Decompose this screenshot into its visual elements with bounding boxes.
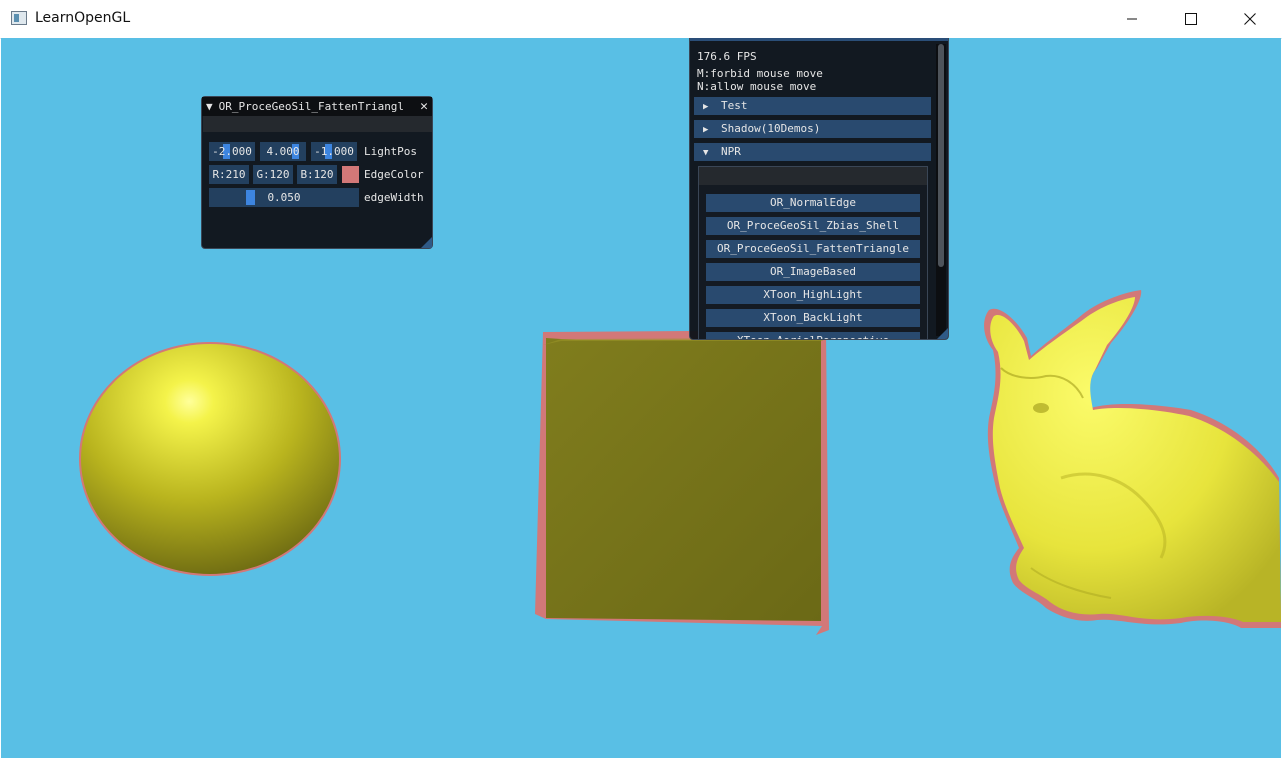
collapse-arrow-icon[interactable]: ▼ — [206, 100, 213, 113]
sphere-model — [79, 342, 341, 576]
opengl-app-icon — [11, 11, 27, 25]
edgecolor-b-drag[interactable]: B:120 — [297, 165, 337, 184]
btn-or-procegeosil-fattentriangle[interactable]: OR_ProceGeoSil_FattenTriangle — [706, 240, 920, 258]
lightpos-z-drag[interactable]: -1.000 — [311, 142, 357, 161]
lightpos-y-value: 4.000 — [266, 145, 300, 158]
stanford-bunny-model — [984, 290, 1281, 628]
scrollbar-thumb[interactable] — [938, 44, 944, 267]
window-titlebar[interactable]: LearnOpenGL — [0, 0, 1282, 39]
lightpos-x-value: -2.000 — [212, 145, 252, 158]
panel-titlebar[interactable]: ▼ OR_ProceGeoSil_FattenTriangl ✕ — [202, 97, 432, 116]
section-npr-label: NPR — [721, 145, 741, 158]
scene-canvas — [79, 290, 1281, 635]
window-title: LearnOpenGL — [35, 10, 131, 26]
btn-or-normaledge[interactable]: OR_NormalEdge — [706, 194, 920, 212]
lightpos-z-value: -1.000 — [314, 145, 354, 158]
lightpos-y-drag[interactable]: 4.000 — [260, 142, 306, 161]
hint-allow-mouse: N:allow mouse move — [697, 80, 817, 93]
lightpos-label: LightPos — [364, 145, 417, 158]
btn-xtoon-highlight[interactable]: XToon_HighLight — [706, 286, 920, 304]
edgewidth-value: 0.050 — [267, 191, 301, 204]
slider-grab[interactable] — [246, 190, 255, 205]
edgewidth-label: edgeWidth — [364, 191, 424, 204]
minimize-button[interactable] — [1103, 0, 1161, 38]
npr-parameters-panel[interactable]: ▼ OR_ProceGeoSil_FattenTriangl ✕ -2.000 … — [201, 96, 433, 249]
edgecolor-swatch[interactable] — [342, 166, 359, 183]
npr-list-strip — [699, 167, 927, 185]
section-shadow-header[interactable]: ▶ Shadow(10Demos) — [694, 120, 931, 138]
btn-xtoon-backlight[interactable]: XToon_BackLight — [706, 309, 920, 327]
edgecolor-g-drag[interactable]: G:120 — [253, 165, 293, 184]
section-npr-header[interactable]: ▼ NPR — [694, 143, 931, 161]
panel-menu-strip — [203, 116, 432, 132]
section-shadow-label: Shadow(10Demos) — [721, 122, 821, 135]
maximize-icon — [1185, 13, 1197, 25]
resize-grip[interactable] — [421, 237, 432, 248]
panel-titlebar-edge[interactable] — [690, 38, 948, 41]
panel-scrollbar[interactable] — [936, 44, 946, 336]
btn-or-imagebased[interactable]: OR_ImageBased — [706, 263, 920, 281]
section-test-header[interactable]: ▶ Test — [694, 97, 931, 115]
collapse-arrow-icon: ▼ — [703, 148, 709, 158]
expand-arrow-icon: ▶ — [703, 102, 709, 112]
resize-grip[interactable] — [937, 328, 948, 339]
close-button[interactable] — [1221, 0, 1279, 38]
btn-or-procegeosil-zbias-shell[interactable]: OR_ProceGeoSil_Zbias_Shell — [706, 217, 920, 235]
edgecolor-r-drag[interactable]: R:210 — [209, 165, 249, 184]
fps-readout: 176.6 FPS — [697, 50, 757, 63]
hint-forbid-mouse: M:forbid mouse move — [697, 67, 823, 80]
npr-demo-list[interactable]: OR_NormalEdge OR_ProceGeoSil_Zbias_Shell… — [698, 166, 928, 339]
close-icon — [1244, 13, 1256, 25]
minimize-icon — [1127, 18, 1137, 20]
section-test-label: Test — [721, 99, 748, 112]
edgecolor-label: EdgeColor — [364, 168, 424, 181]
panel-title: OR_ProceGeoSil_FattenTriangl — [218, 100, 405, 113]
opengl-viewport[interactable]: ▼ OR_ProceGeoSil_FattenTriangl ✕ -2.000 … — [1, 38, 1281, 758]
main-debug-panel[interactable]: 176.6 FPS M:forbid mouse move N:allow mo… — [689, 38, 949, 340]
maximize-button[interactable] — [1162, 0, 1220, 38]
panel-close-icon[interactable]: ✕ — [420, 99, 428, 114]
cube-model — [535, 330, 829, 635]
edgewidth-slider[interactable]: 0.050 — [209, 188, 359, 207]
btn-xtoon-aerialperspective[interactable]: XToon_AerialPerspective — [706, 332, 920, 339]
lightpos-x-drag[interactable]: -2.000 — [209, 142, 255, 161]
expand-arrow-icon: ▶ — [703, 125, 709, 135]
